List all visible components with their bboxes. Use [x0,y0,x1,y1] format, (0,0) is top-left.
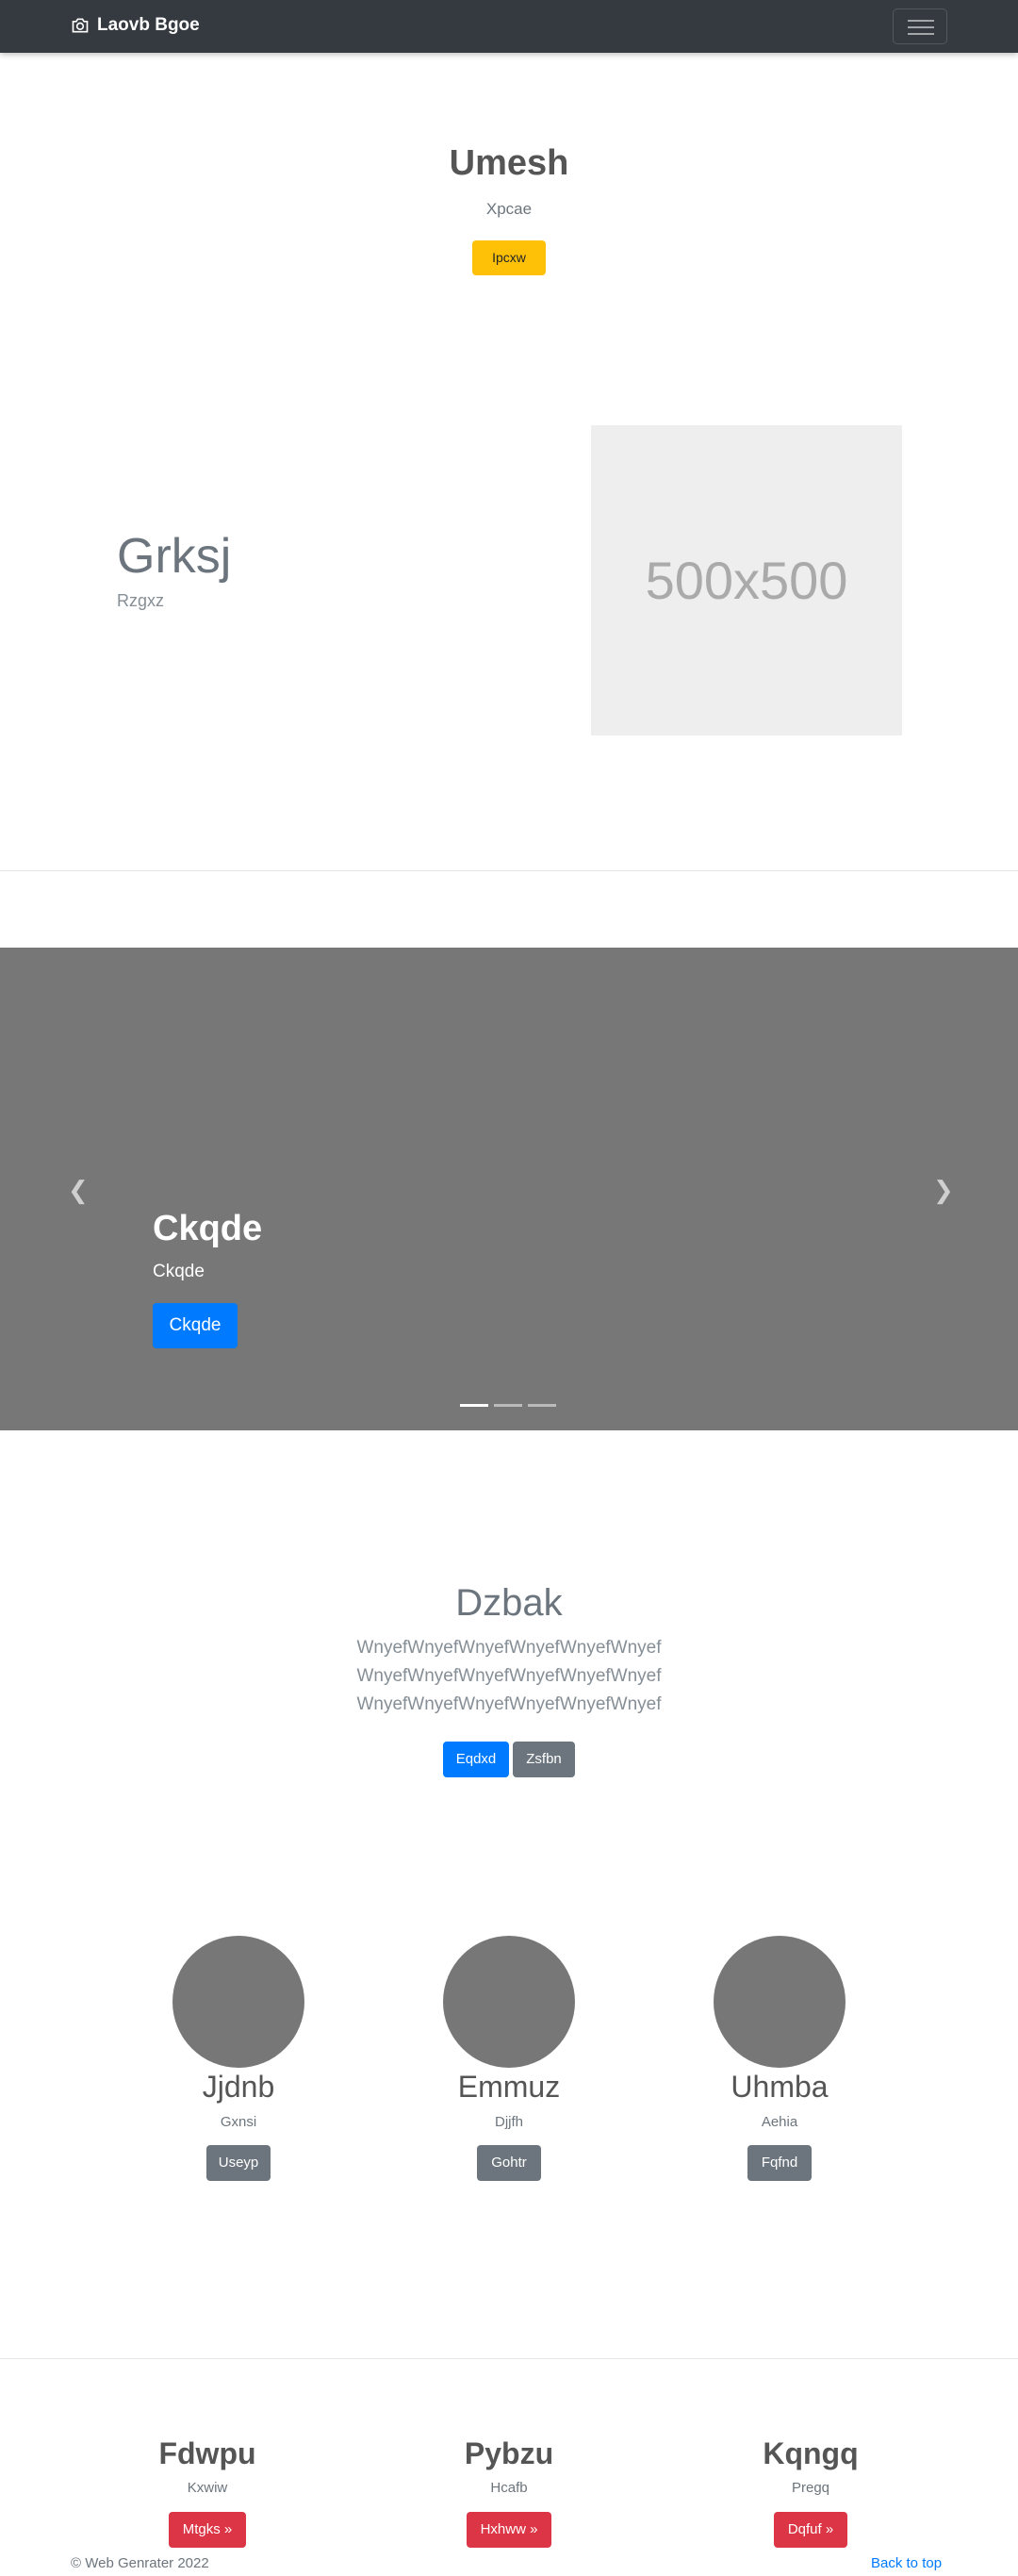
person-card: Jjdnb Gxnsi Useyp [144,1936,333,2181]
back-to-top-link[interactable]: Back to top [871,2555,942,2571]
person-card: Emmuz Djjfh Gohtr [415,1936,603,2181]
divider [0,870,1018,871]
intro-primary-button[interactable]: Eqdxd [443,1742,509,1777]
brand-name: Laovb Bgoe [97,15,200,35]
feature-subtitle: Rzgxz [117,591,165,610]
person-button[interactable]: Fqfnd [747,2145,812,2181]
carousel: ❮ ❯ Ckqde Ckqde Ckqde [0,948,1018,1430]
navbar-toggler-button[interactable] [893,8,947,44]
intro-title: Dzbak [455,1582,563,1624]
carousel-title: Ckqde [153,1209,263,1248]
column-card: Fdwpu Kxwiw Mtgks » [113,2436,302,2548]
carousel-indicator-3[interactable] [528,1404,556,1407]
hero-title: Umesh [449,143,569,183]
carousel-indicators [460,1404,556,1407]
person-card: Uhmba Aehia Fqfnd [685,1936,874,2181]
brand-link[interactable]: Laovb Bgoe [71,15,200,36]
feature-title: Grksj [117,529,232,584]
column-card: Kqngq Pregq Dqfuf » [716,2436,905,2548]
placeholder-image: 500x500 [591,425,902,735]
column-subtitle: Hcafb [490,2480,528,2496]
placeholder-label: 500x500 [645,551,848,610]
carousel-next-icon[interactable]: ❯ [933,1176,954,1204]
person-subtitle: Aehia [761,2114,798,2130]
person-subtitle: Djjfh [494,2114,523,2130]
carousel-indicator-1[interactable] [460,1404,488,1407]
column-card: Pybzu Hcafb Hxhww » [415,2436,603,2548]
intro-buttons: Eqdxd Zsfbn [0,1742,1018,1777]
person-subtitle: Gxnsi [220,2114,257,2130]
intro-text: WnyefWnyefWnyefWnyefWnyefWnyef WnyefWnye… [0,1634,1018,1719]
column-subtitle: Kxwiw [187,2480,228,2496]
hamburger-icon [908,33,934,35]
hamburger-icon [908,20,934,22]
hero-button[interactable]: Ipcxw [472,240,546,275]
camera-icon [72,18,89,33]
column-title: Fdwpu [158,2436,256,2470]
avatar [172,1936,304,2068]
intro-secondary-button[interactable]: Zsfbn [513,1742,575,1777]
column-title: Pybzu [464,2436,554,2470]
intro-line: WnyefWnyefWnyefWnyefWnyefWnyef [356,1638,662,1658]
carousel-indicator-2[interactable] [494,1404,522,1407]
carousel-subtitle: Ckqde [153,1262,205,1281]
intro-line: WnyefWnyefWnyefWnyefWnyefWnyef [356,1666,662,1686]
avatar [714,1936,846,2068]
column-title: Kqngq [763,2436,859,2470]
divider [0,2358,1018,2359]
column-button[interactable]: Dqfuf » [774,2512,847,2548]
person-button[interactable]: Gohtr [477,2145,541,2181]
person-name: Uhmba [731,2070,829,2104]
footer-copyright: © Web Genrater 2022 [71,2555,209,2571]
column-button[interactable]: Hxhww » [467,2512,551,2548]
carousel-button[interactable]: Ckqde [153,1303,238,1348]
column-subtitle: Pregq [791,2480,830,2496]
column-button[interactable]: Mtgks » [169,2512,246,2548]
person-name: Emmuz [457,2070,561,2104]
person-button[interactable]: Useyp [206,2145,271,2181]
carousel-prev-icon[interactable]: ❮ [68,1176,89,1204]
hero-subtitle: Xpcae [485,200,533,218]
intro-line: WnyefWnyefWnyefWnyefWnyefWnyef [356,1694,662,1714]
navbar: Laovb Bgoe [0,0,1018,53]
person-name: Jjdnb [202,2070,275,2104]
avatar [443,1936,575,2068]
hamburger-icon [908,26,934,28]
